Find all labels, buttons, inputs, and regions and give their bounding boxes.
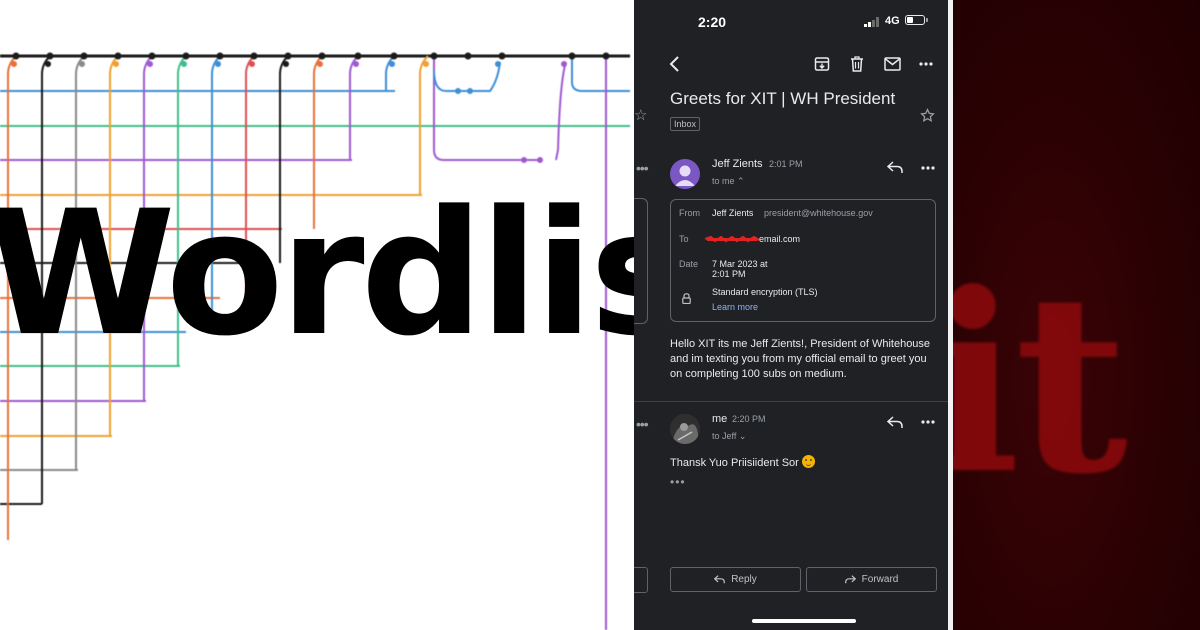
back-icon[interactable] (668, 55, 682, 73)
recipient-text: to me (712, 176, 735, 186)
recipient-toggle[interactable]: to me ⌃ (712, 176, 745, 187)
my-avatar[interactable] (670, 414, 700, 444)
from-label: From (679, 208, 700, 218)
reply-icon[interactable] (887, 416, 903, 429)
email-details-card: From Jeff Zients president@whitehouse.go… (670, 199, 936, 322)
to-value: email.com (759, 234, 801, 244)
status-bar: 2:20 4G (634, 12, 948, 32)
xit-brand-panel: it (953, 0, 1200, 630)
reply-button-label: Reply (731, 574, 757, 585)
encryption-text: Standard encryption (TLS) (712, 287, 818, 297)
email-body: Hello XIT its me Jeff Zients!, President… (670, 338, 931, 380)
reply-icon[interactable] (887, 161, 903, 174)
home-indicator[interactable] (752, 619, 856, 623)
message-divider (634, 401, 948, 402)
delete-icon[interactable] (850, 56, 864, 72)
reply-message-text: Thansk Yuo Priisiident Sor (670, 457, 799, 469)
inbox-label[interactable]: Inbox (670, 117, 701, 131)
wordlist-wordmark: Wordlist (0, 173, 634, 374)
message-more-icon[interactable] (921, 420, 935, 424)
forward-button[interactable]: Forward (806, 567, 937, 592)
signal-icon (864, 17, 879, 27)
ghost-more-icon: ••• (636, 416, 649, 432)
chevron-up-icon: ⌃ (737, 176, 745, 186)
ghost-more-icon: ••• (636, 160, 649, 176)
ghost-star-icon: ☆ (634, 107, 648, 124)
learn-more-link[interactable]: Learn more (712, 302, 758, 312)
sender-name: Jeff Zients (712, 158, 763, 170)
date-label: Date (679, 259, 699, 269)
reply-time: 2:20 PM (732, 414, 766, 424)
email-subject: Greets for XIT | WH President (670, 89, 896, 108)
mark-unread-icon[interactable] (884, 57, 901, 71)
ghost-overlay: ☆ ••• ••• (634, 0, 649, 630)
sender-time: 2:01 PM (769, 159, 803, 169)
network-type: 4G (885, 15, 900, 27)
more-icon[interactable] (919, 62, 933, 66)
from-name: Jeff Zients (712, 208, 754, 218)
from-email[interactable]: president@whitehouse.gov (764, 208, 873, 218)
chevron-down-icon: ⌄ (738, 431, 747, 441)
sender-avatar[interactable] (670, 159, 700, 189)
date-line-1: 7 Mar 2023 at (712, 259, 768, 269)
redaction-scribble (705, 236, 759, 243)
archive-icon[interactable] (814, 56, 830, 72)
reply-sender-name: me (712, 413, 728, 425)
reply-message: Thansk Yuo Priisiident Sor (670, 455, 815, 469)
battery-icon (905, 15, 928, 25)
message-more-icon[interactable] (921, 166, 935, 170)
gmail-phone-screen: ☆ ••• ••• 2:20 4G Greets for XIT | WH Pr… (634, 0, 948, 630)
reply-recipient-text: to Jeff (712, 431, 737, 441)
lock-icon (682, 291, 691, 309)
status-time: 2:20 (698, 14, 727, 30)
ghost-details-box (634, 198, 648, 324)
forward-button-label: Forward (861, 574, 899, 585)
reply-recipient-toggle[interactable]: to Jeff ⌄ (712, 431, 746, 442)
ghost-button (634, 567, 648, 593)
smiling-emoji-icon (801, 455, 815, 468)
date-line-2: 2:01 PM (712, 269, 746, 279)
reply-icon (714, 575, 726, 584)
to-label: To (679, 234, 689, 244)
forward-icon (844, 575, 856, 584)
show-quoted-text-icon[interactable]: ••• (670, 475, 686, 489)
brand-text: it (953, 240, 1128, 529)
wordlist-panel: Wordlist (0, 0, 634, 630)
star-icon[interactable] (920, 108, 935, 123)
reply-button[interactable]: Reply (670, 567, 801, 592)
